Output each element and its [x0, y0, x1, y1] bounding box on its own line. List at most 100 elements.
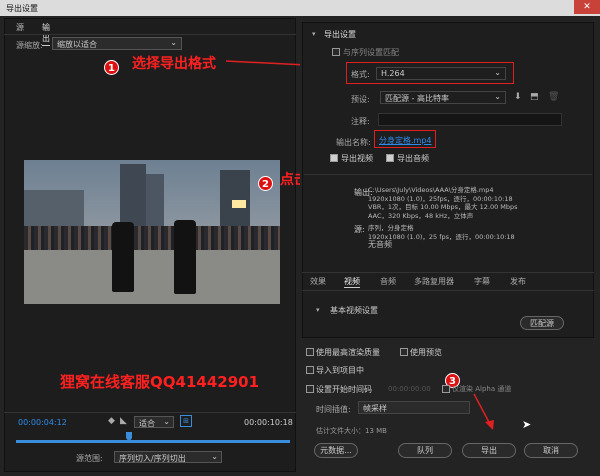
summary-output-line: 1920x1080 (1.0)，25fps，逐行，00:00:10:18 — [368, 194, 513, 203]
tab-multiplexer[interactable]: 多路复用器 — [414, 276, 454, 287]
fit-dropdown[interactable]: 适合 ⌄ — [134, 416, 174, 428]
tab-audio[interactable]: 音频 — [380, 276, 396, 287]
preset-label: 预设: — [351, 95, 370, 104]
summary-source-label: 源: — [354, 225, 365, 234]
window-title: 导出设置 — [6, 4, 38, 13]
source-scale-value: 缩放以适合 — [57, 40, 97, 49]
match-sequence-checkbox[interactable] — [332, 48, 340, 56]
preset-dropdown[interactable]: 匹配源 - 高比特率 ⌄ — [380, 91, 506, 104]
fit-value: 适合 — [139, 419, 155, 428]
summary-output-line: C:\Users\July\Videos\AAA\分身定格.mp4 — [368, 186, 494, 194]
summary-source: 序列，分身定格 1920x1080 (1.0)，25 fps，逐行，00:00:… — [368, 224, 568, 250]
source-scale-dropdown[interactable]: 缩放以适合 ⌄ — [52, 37, 182, 50]
title-bar: 导出设置 ✕ — [0, 0, 600, 16]
use-preview-checkbox[interactable] — [400, 348, 408, 356]
format-dropdown[interactable]: H.264 ⌄ — [376, 67, 506, 80]
divider — [302, 272, 594, 273]
cancel-button[interactable]: 取消 — [524, 443, 578, 458]
source-scale-label: 源缩放: — [16, 41, 43, 50]
source-range-label: 源范围: — [76, 454, 103, 463]
mark-in-icon[interactable]: ◆ — [108, 416, 115, 426]
tab-effects[interactable]: 效果 — [310, 276, 326, 287]
section-title: 导出设置 — [324, 30, 356, 39]
tab-video[interactable]: 视频 — [344, 276, 360, 288]
queue-button[interactable]: 队列 — [398, 443, 452, 458]
crowd — [24, 226, 280, 250]
watermark-text: 狸窝在线客服QQ41442901 — [60, 373, 259, 391]
export-audio-checkbox[interactable] — [386, 154, 394, 162]
timecode-end: 00:00:10:18 — [244, 418, 293, 427]
mark-out-icon[interactable]: ◣ — [120, 416, 127, 426]
timecode-start[interactable]: 00:00:04:12 — [18, 418, 67, 427]
divider — [304, 174, 592, 175]
tab-publish[interactable]: 发布 — [510, 276, 526, 287]
summary-output-line: VBR，1次，目标 10.00 Mbps，最大 12.00 Mbps — [368, 203, 518, 211]
preset-value: 匹配源 - 高比特率 — [385, 94, 449, 103]
step1-annotation: 选择导出格式 — [132, 56, 216, 72]
summary-source-line: 无音频 — [368, 240, 392, 249]
lit-sign — [232, 200, 246, 208]
comment-label: 注释: — [351, 117, 370, 126]
import-preset-icon[interactable]: ⬒ — [530, 92, 539, 102]
video-preview — [24, 160, 280, 304]
export-video-checkbox[interactable] — [330, 154, 338, 162]
building — [120, 164, 146, 230]
max-render-label: 使用最高渲染质量 — [316, 348, 380, 357]
set-start-timecode-checkbox[interactable] — [306, 385, 314, 393]
render-alpha-checkbox[interactable] — [442, 385, 450, 393]
chevron-down-icon: ⌄ — [170, 38, 177, 47]
tab-captions[interactable]: 字幕 — [474, 276, 490, 287]
output-name-label: 输出名称: — [336, 138, 371, 147]
format-value: H.264 — [381, 69, 405, 78]
step-badge-1: 1 — [104, 60, 119, 75]
chevron-down-icon: ⌄ — [163, 417, 170, 426]
collapse-icon[interactable]: ▾ — [312, 30, 316, 38]
basic-video-settings-title: 基本视频设置 — [330, 306, 378, 315]
summary-source-line: 1920x1080 (1.0)，25 fps，逐行，00:00:10:18 — [368, 232, 515, 241]
divider — [4, 34, 296, 35]
close-button[interactable]: ✕ — [574, 0, 600, 14]
chevron-down-icon: ⌄ — [211, 452, 218, 461]
summary-source-line: 序列，分身定格 — [368, 224, 414, 232]
interp-dropdown[interactable]: 帧采样 — [358, 401, 470, 414]
use-preview-label: 使用预览 — [410, 348, 442, 357]
match-source-button[interactable]: 匹配源 — [520, 316, 564, 330]
summary-output-line: AAC，320 Kbps，48 kHz，立体声 — [368, 211, 474, 220]
export-button[interactable]: 导出 — [462, 443, 516, 458]
step-badge-2: 2 — [258, 176, 273, 191]
tab-source[interactable]: 源 — [16, 22, 24, 33]
export-video-label: 导出视频 — [341, 154, 373, 163]
building — [24, 190, 84, 230]
delete-preset-icon[interactable]: 🗑 — [548, 92, 559, 102]
format-label: 格式: — [351, 70, 370, 79]
ground — [24, 250, 280, 304]
output-name-link[interactable]: 分身定格.mp4 — [379, 135, 432, 146]
dancer-figure — [174, 220, 196, 294]
export-audio-label: 导出音频 — [397, 154, 429, 163]
max-render-checkbox[interactable] — [306, 348, 314, 356]
interp-label: 时间插值: — [316, 405, 351, 414]
source-range-dropdown[interactable]: 序列切入/序列切出 ⌄ — [114, 451, 222, 463]
metadata-button[interactable]: 元数据... — [314, 443, 358, 458]
collapse-icon[interactable]: ▾ — [316, 306, 320, 314]
building — [146, 174, 164, 230]
start-timecode-value[interactable]: 00:00:00:00 — [388, 385, 431, 393]
import-project-label: 导入到项目中 — [316, 366, 364, 375]
chevron-down-icon: ⌄ — [494, 92, 501, 101]
arrow-icon — [473, 393, 494, 430]
file-size-estimate: 估计文件大小：13 MB — [316, 427, 387, 435]
save-preset-icon[interactable]: ⬇ — [514, 92, 522, 102]
mouse-cursor-icon: ➤ — [522, 418, 532, 431]
source-range-value: 序列切入/序列切出 — [119, 454, 186, 463]
timeline-track[interactable] — [16, 440, 290, 443]
divider — [4, 412, 296, 413]
summary-output: C:\Users\July\Videos\AAA\分身定格.mp4 1920x1… — [368, 186, 568, 220]
import-project-checkbox[interactable] — [306, 366, 314, 374]
comment-input[interactable] — [378, 113, 562, 126]
chevron-down-icon: ⌄ — [494, 68, 501, 77]
aspect-toggle-icon[interactable]: ⊞ — [180, 415, 192, 427]
divider — [302, 290, 594, 291]
match-sequence-label: 与序列设置匹配 — [343, 48, 399, 57]
set-start-timecode-label: 设置开始时间码 — [316, 385, 372, 394]
dancer-figure — [112, 222, 134, 292]
